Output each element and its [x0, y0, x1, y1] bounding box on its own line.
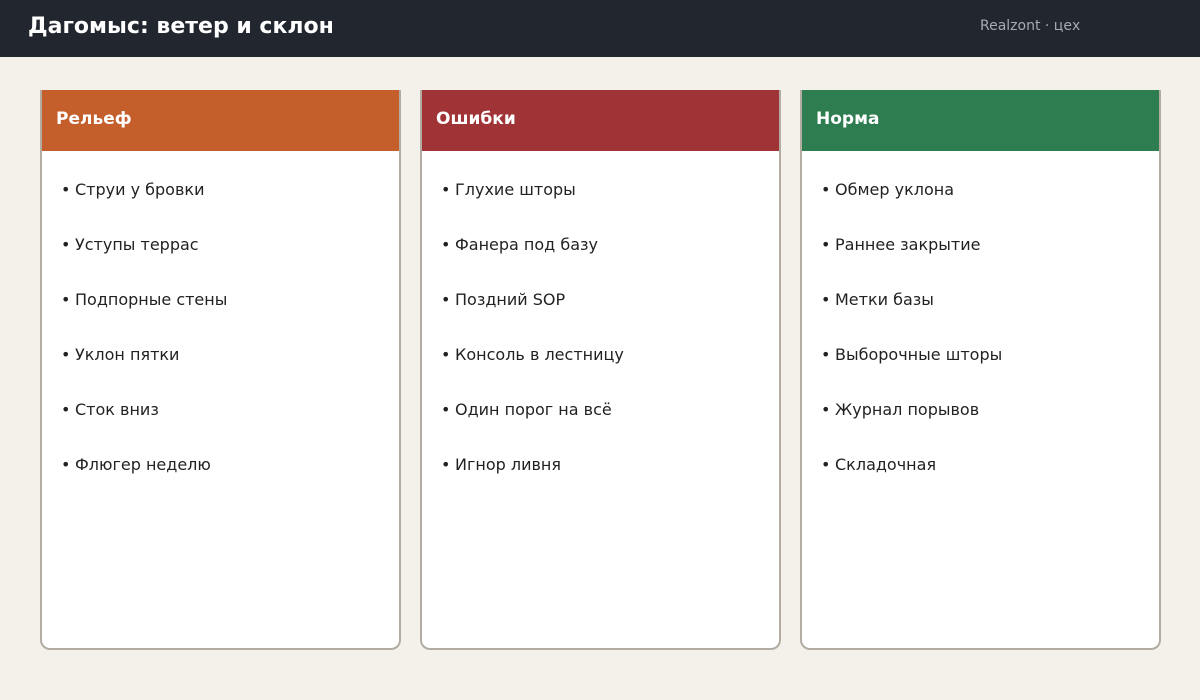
column-header-errors: Ошибки: [422, 90, 779, 151]
top-bar: Дагомыс: ветер и склон Realzont · цех: [0, 0, 1200, 57]
list-item: • Сток вниз: [61, 400, 159, 419]
list-item: • Глухие шторы: [441, 180, 576, 199]
bullet-icon: •: [61, 180, 71, 199]
column-norm: Норма • Обмер уклона • Раннее закрытие • Ме…: [800, 90, 1161, 650]
column-list-norm: • Обмер уклона • Раннее закрытие • Метки ба…: [802, 151, 1159, 509]
brand-label: Realzont · цех: [980, 18, 1081, 34]
columns-container: Рельеф • Струи у бровки • Уступы террас • П…: [40, 90, 1161, 650]
list-item: • Игнор ливня: [441, 455, 562, 474]
bullet-icon: •: [441, 290, 451, 309]
bullet-icon: •: [441, 400, 451, 419]
bullet-icon: •: [61, 455, 71, 474]
list-item: • Поздний SOP: [441, 290, 566, 309]
page-title: Дагомыс: ветер и склон: [28, 14, 334, 39]
column-relief: Рельеф • Струи у бровки • Уступы террас • П…: [40, 90, 401, 650]
list-item: • Метки базы: [821, 290, 934, 309]
list-item: • Уступы террас: [61, 235, 199, 254]
list-item: • Обмер уклона: [821, 180, 955, 199]
bullet-icon: •: [821, 400, 831, 419]
bullet-icon: •: [441, 235, 451, 254]
bullet-icon: •: [61, 345, 71, 364]
list-item: • Раннее закрытие: [821, 235, 981, 254]
list-item: • Флюгер неделю: [61, 455, 211, 474]
bullet-icon: •: [61, 235, 71, 254]
list-item: • Струи у бровки: [61, 180, 205, 199]
bullet-icon: •: [441, 455, 451, 474]
column-list-errors: • Глухие шторы • Фанера под базу • Поздний …: [422, 151, 779, 509]
list-item: • Выборочные шторы: [821, 345, 1003, 364]
list-item: • Уклон пятки: [61, 345, 180, 364]
column-header-relief: Рельеф: [42, 90, 399, 151]
list-item: • Консоль в лестницу: [441, 345, 624, 364]
column-errors: Ошибки • Глухие шторы • Фанера под базу • П…: [420, 90, 781, 650]
list-item: • Фанера под базу: [441, 235, 598, 254]
bullet-icon: •: [441, 345, 451, 364]
list-item: • Один порог на всё: [441, 400, 612, 419]
bullet-icon: •: [821, 235, 831, 254]
bullet-icon: •: [61, 400, 71, 419]
bullet-icon: •: [821, 180, 831, 199]
bullet-icon: •: [821, 345, 831, 364]
bullet-icon: •: [821, 290, 831, 309]
bullet-icon: •: [441, 180, 451, 199]
list-item: • Подпорные стены: [61, 290, 228, 309]
list-item: • Журнал порывов: [821, 400, 980, 419]
bullet-icon: •: [821, 455, 831, 474]
bullet-icon: •: [61, 290, 71, 309]
column-list-relief: • Струи у бровки • Уступы террас • Подпорны…: [42, 151, 399, 509]
list-item: • Складочная: [821, 455, 937, 474]
column-header-norm: Норма: [802, 90, 1159, 151]
